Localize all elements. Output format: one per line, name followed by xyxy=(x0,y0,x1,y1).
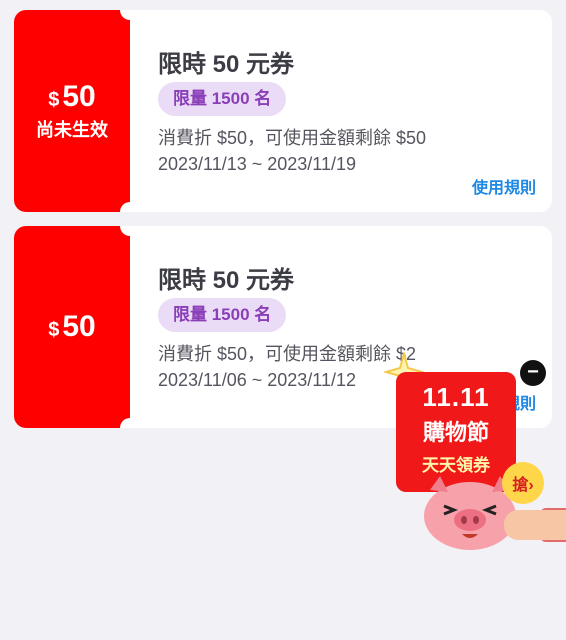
amount-value: 50 xyxy=(62,80,96,113)
coupon-amount: $ 50 xyxy=(48,310,96,344)
coupon-value-panel: $ 50 尚未生效 xyxy=(14,10,130,212)
promo-floating-widget[interactable]: 11.11 購物節 天天領券 − 搶› xyxy=(384,352,566,552)
coupon-description: 消費折 $50，可使用金額剩餘 $50 xyxy=(158,128,427,148)
limit-badge: 限量 1500 名 xyxy=(158,82,287,116)
coupon-title: 限時 50 元券 xyxy=(158,51,295,78)
coupon-date-range: 2023/11/13 ~ 2023/11/19 xyxy=(158,154,357,174)
coupon-value-panel: $ 50 xyxy=(14,226,130,428)
grab-button[interactable]: 搶› xyxy=(502,462,544,504)
limit-badge: 限量 1500 名 xyxy=(158,298,287,332)
ticket-notch xyxy=(120,202,140,212)
currency-symbol: $ xyxy=(48,89,60,111)
coupon-card[interactable]: $ 50 尚未生效 限時 50 元券 限量 1500 名 消費折 $50，可使用… xyxy=(14,10,552,212)
coupon-amount: $ 50 xyxy=(48,80,96,114)
close-promo-button[interactable]: − xyxy=(520,360,546,386)
currency-symbol: $ xyxy=(48,319,60,341)
usage-rules-link[interactable]: 使用規則 xyxy=(472,174,536,198)
hand-graphic xyxy=(504,510,566,540)
promo-title: 購物節 xyxy=(422,420,489,445)
coupon-title: 限時 50 元券 xyxy=(158,267,295,294)
coupon-description: 消費折 $50，可使用金額剩餘 $2 xyxy=(158,344,417,364)
ticket-notch xyxy=(120,418,140,428)
amount-value: 50 xyxy=(62,310,96,343)
coupon-date-range: 2023/11/06 ~ 2023/11/12 xyxy=(158,370,357,390)
promo-date: 11.11 xyxy=(422,382,490,412)
coupon-status: 尚未生效 xyxy=(36,120,108,140)
